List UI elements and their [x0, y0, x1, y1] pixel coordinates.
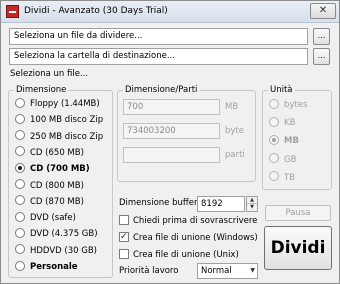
parts-value-field[interactable]	[123, 147, 220, 163]
radio-icon[interactable]	[15, 244, 25, 255]
radio-option[interactable]: 250 MB disco Zip	[15, 130, 104, 144]
radio-icon[interactable]	[269, 153, 279, 164]
radio-label: MB	[284, 136, 299, 147]
priority-label: Priorità lavoro	[119, 266, 179, 276]
buffer-spinner[interactable]: ▲ ▼	[246, 196, 258, 212]
app-icon	[6, 5, 19, 18]
size-value-field[interactable]: 700	[123, 99, 220, 115]
radio-option[interactable]: HDDVD (30 GB)	[15, 244, 97, 258]
radio-icon[interactable]	[15, 179, 25, 189]
checkbox-icon[interactable]	[119, 231, 129, 243]
radio-option[interactable]: KB	[269, 116, 296, 130]
option-checkbox-row[interactable]: Crea file di unione (Unix)	[119, 248, 239, 262]
browse-source-button[interactable]: ...	[313, 28, 330, 45]
radio-label: Personale	[30, 262, 78, 272]
radio-icon[interactable]	[15, 162, 25, 173]
radio-icon[interactable]	[15, 260, 25, 271]
browse-destination-button[interactable]: ...	[313, 48, 330, 65]
unit-group-label: Unità	[268, 85, 295, 95]
pause-button[interactable]: Pausa	[265, 205, 331, 221]
spin-down-icon[interactable]: ▼	[247, 204, 257, 211]
radio-label: CD (870 MB)	[30, 196, 84, 207]
radio-icon[interactable]	[269, 98, 279, 109]
radio-option[interactable]: GB	[269, 153, 297, 167]
radio-icon[interactable]	[15, 195, 25, 206]
option-checkbox-row[interactable]: Crea file di unione (Windows)	[119, 231, 258, 245]
checkbox-label: Chiedi prima di sovrascrivere	[133, 216, 258, 226]
split-button[interactable]: Dividi	[264, 226, 332, 270]
radio-label: DVD (4.375 GB)	[30, 229, 98, 240]
spin-up-icon[interactable]: ▲	[247, 197, 257, 204]
radio-icon[interactable]	[269, 171, 279, 182]
checkbox-icon[interactable]	[119, 214, 129, 225]
size-group: Dimensione Floppy (1.44MB) 100 MB disco Z…	[8, 85, 113, 278]
chevron-down-icon: ▼	[250, 267, 255, 274]
radio-icon[interactable]	[15, 211, 25, 222]
source-file-field[interactable]: Seleziona un file da dividere...	[9, 28, 308, 45]
radio-label: DVD (safe)	[30, 213, 76, 224]
radio-option[interactable]: CD (700 MB)	[15, 162, 90, 176]
radio-option[interactable]: DVD (safe)	[15, 211, 76, 225]
radio-label: GB	[284, 154, 297, 165]
radio-label: Floppy (1.44MB)	[30, 99, 100, 109]
title-bar[interactable]: Dividi - Avanzato (30 Days Trial) ✕	[1, 1, 339, 23]
radio-label: TB	[284, 172, 296, 183]
priority-select[interactable]: Normal ▼	[197, 263, 258, 279]
radio-option[interactable]: CD (800 MB)	[15, 179, 84, 193]
radio-icon[interactable]	[15, 130, 25, 141]
radio-icon[interactable]	[15, 146, 25, 157]
radio-icon[interactable]	[269, 116, 279, 127]
window-title: Dividi - Avanzato (30 Days Trial)	[24, 6, 168, 16]
checkbox-label: Crea file di unione (Unix)	[133, 250, 239, 260]
radio-label: HDDVD (30 GB)	[30, 245, 97, 256]
radio-option[interactable]: DVD (4.375 GB)	[15, 227, 98, 241]
radio-option[interactable]: bytes	[269, 98, 308, 112]
radio-label: CD (650 MB)	[30, 147, 84, 158]
status-text: Seleziona un file...	[10, 69, 89, 79]
radio-option[interactable]: 100 MB disco Zip	[15, 113, 104, 127]
byte-unit-label: byte	[225, 126, 244, 136]
radio-icon[interactable]	[15, 227, 25, 238]
radio-option[interactable]: MB	[269, 134, 299, 148]
radio-label: 250 MB disco Zip	[30, 131, 104, 142]
close-button[interactable]: ✕	[310, 3, 336, 19]
destination-folder-field[interactable]: Seleziona la cartella di destinazione...	[9, 48, 308, 65]
radio-label: KB	[284, 118, 296, 129]
radio-option[interactable]: Personale	[15, 260, 78, 274]
radio-label: CD (800 MB)	[30, 180, 84, 191]
byte-value-field[interactable]: 734003200	[123, 123, 220, 139]
parts-unit-label: parti	[225, 150, 245, 160]
radio-label: CD (700 MB)	[30, 164, 90, 175]
buffer-label: Dimensione buffer	[119, 198, 198, 208]
parts-group-label: Dimensione/Parti	[123, 85, 200, 95]
parts-group: Dimensione/Parti 700 MB 734003200 byte p…	[117, 85, 256, 182]
radio-icon[interactable]	[15, 113, 25, 124]
radio-label: bytes	[284, 100, 308, 110]
radio-option[interactable]: Floppy (1.44MB)	[15, 97, 100, 111]
main-window: Dividi - Avanzato (30 Days Trial) ✕ Sele…	[0, 0, 340, 284]
buffer-input[interactable]: 8192	[197, 196, 245, 212]
size-group-label: Dimensione	[14, 85, 69, 95]
checkbox-label: Crea file di unione (Windows)	[133, 233, 258, 243]
radio-option[interactable]: CD (870 MB)	[15, 195, 84, 209]
radio-label: 100 MB disco Zip	[30, 115, 104, 126]
radio-icon[interactable]	[15, 97, 25, 108]
option-checkbox-row[interactable]: Chiedi prima di sovrascrivere	[119, 214, 258, 228]
checkbox-icon[interactable]	[119, 248, 129, 259]
radio-option[interactable]: TB	[269, 171, 296, 185]
radio-option[interactable]: CD (650 MB)	[15, 146, 84, 160]
size-unit-label: MB	[225, 102, 239, 112]
unit-group: Unità bytes KB MB GB TB	[262, 85, 332, 190]
radio-icon[interactable]	[269, 134, 279, 145]
priority-value: Normal	[201, 266, 232, 276]
